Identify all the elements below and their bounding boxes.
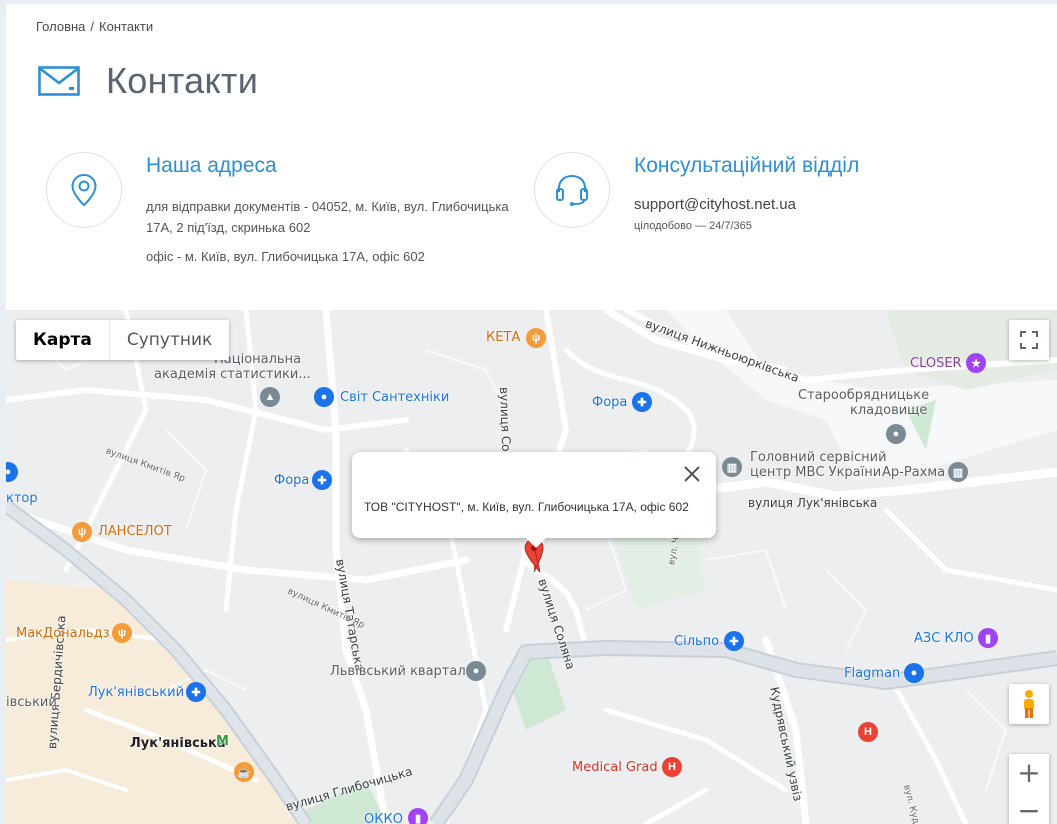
cart-icon[interactable]: ✚	[724, 631, 744, 651]
shopping-icon[interactable]: ●	[314, 387, 334, 407]
location-pin-icon	[71, 173, 97, 207]
breadcrumb-current: Контакти	[99, 19, 154, 34]
poi-label[interactable]: Старообрядницьке	[798, 388, 929, 403]
restaurant-icon[interactable]: ψ	[72, 522, 92, 542]
google-map[interactable]: вулиця Нижньоюрківська вулиця Лук'янівсь…	[6, 310, 1057, 824]
poi-label[interactable]: кладовище	[850, 403, 927, 418]
mosque-icon[interactable]: ▥	[948, 462, 968, 482]
poi-label[interactable]: ЛАНСЕЛОТ	[98, 524, 172, 539]
metro-icon[interactable]: M	[216, 734, 229, 749]
poi-label[interactable]: АЗС КЛО	[914, 631, 974, 646]
consult-icon-circle	[534, 152, 610, 228]
cart-icon[interactable]: ✚	[632, 392, 652, 412]
shopping-icon[interactable]: ●	[904, 663, 924, 683]
info-window-text: ТОВ "CITYHOST", м. Київ, вул. Глибочицьк…	[364, 500, 689, 514]
pegman-icon	[1024, 690, 1034, 718]
address-heading: Наша адреса	[146, 154, 277, 177]
address-icon-circle	[46, 152, 122, 228]
metro-station-label[interactable]: Лук'янівська	[130, 736, 226, 751]
hospital-icon[interactable]: H	[662, 757, 682, 777]
poi-label[interactable]: ктор	[6, 491, 38, 506]
poi-label[interactable]: івський	[6, 695, 57, 710]
fullscreen-icon	[1020, 331, 1038, 349]
support-hours: цілодобово — 24/7/365	[634, 220, 752, 232]
support-email-link[interactable]: support@cityhost.net.ua	[634, 196, 859, 213]
poi-label[interactable]: МакДональдз	[16, 626, 109, 641]
breadcrumb-separator: /	[90, 19, 95, 34]
address-postal: для відправки документів - 04052, м. Киї…	[146, 199, 509, 235]
landmark-icon[interactable]: ●	[466, 661, 486, 681]
headset-icon	[556, 174, 588, 206]
address-office: офіс - м. Київ, вул. Глибочицька 17А, оф…	[146, 249, 425, 264]
cart-icon[interactable]: ✚	[186, 682, 206, 702]
page-header: Контакти	[38, 60, 258, 102]
hospital-icon[interactable]: H	[858, 722, 878, 742]
poi-label[interactable]: Головний сервісний	[750, 450, 887, 465]
poi-label[interactable]: центр МВС України	[750, 465, 881, 480]
street-label: вулиця Лук'янівська	[748, 496, 878, 510]
poi-label[interactable]: ОККО	[364, 812, 403, 824]
poi-label[interactable]: Лук'янівський	[88, 685, 184, 700]
close-icon[interactable]	[682, 464, 702, 484]
cemetery-icon[interactable]: ●	[886, 424, 906, 444]
map-type-satellite-button[interactable]: Супутник	[110, 320, 229, 360]
restaurant-icon[interactable]: ψ	[526, 328, 546, 348]
zoom-out-button[interactable]: −	[1017, 792, 1040, 824]
poi-label[interactable]: Сільпо	[674, 634, 719, 649]
street-view-pegman-button[interactable]	[1009, 684, 1049, 724]
cafe-icon[interactable]: ☕	[234, 762, 254, 782]
poi-label[interactable]: Ар-Рахма	[882, 465, 945, 480]
restaurant-icon[interactable]: ψ	[112, 623, 132, 643]
poi-label[interactable]: Світ Сантехніки	[340, 390, 449, 405]
fuel-icon[interactable]: ▮	[978, 628, 998, 648]
map-type-control: Карта Супутник	[16, 320, 230, 360]
poi-label[interactable]: CLOSER	[910, 356, 962, 371]
poi-label[interactable]: Фора	[274, 473, 309, 488]
school-icon[interactable]: ▲	[260, 387, 280, 407]
contacts-page: Головна / Контакти Контакти Наша адреса дл…	[6, 4, 1057, 824]
fuel-icon[interactable]: ▮	[408, 808, 428, 824]
page-title: Контакти	[106, 60, 259, 101]
poi-label[interactable]: Medical Grad	[572, 760, 658, 775]
consult-heading: Консультаційний відділ	[634, 154, 860, 177]
map-info-window: ТОВ "CITYHOST", м. Київ, вул. Глибочицьк…	[352, 452, 716, 548]
poi-label[interactable]: Львівський квартал	[330, 664, 466, 679]
breadcrumb-home-link[interactable]: Головна	[36, 19, 85, 34]
cart-icon[interactable]: ✚	[312, 470, 332, 490]
entertainment-icon[interactable]: ★	[966, 353, 986, 373]
poi-label[interactable]: Фора	[592, 395, 627, 410]
poi-label[interactable]: Flagman	[844, 666, 900, 681]
zoom-in-button[interactable]: +	[1017, 754, 1040, 792]
map-type-map-button[interactable]: Карта	[16, 320, 110, 360]
poi-label[interactable]: академія статистики...	[154, 367, 311, 382]
government-icon[interactable]: ▥	[722, 457, 742, 477]
fullscreen-button[interactable]	[1009, 320, 1049, 360]
mail-icon	[38, 66, 80, 96]
poi-label[interactable]: КЕТА	[486, 330, 520, 345]
breadcrumb: Головна / Контакти	[36, 19, 153, 34]
zoom-control: + −	[1009, 754, 1049, 824]
